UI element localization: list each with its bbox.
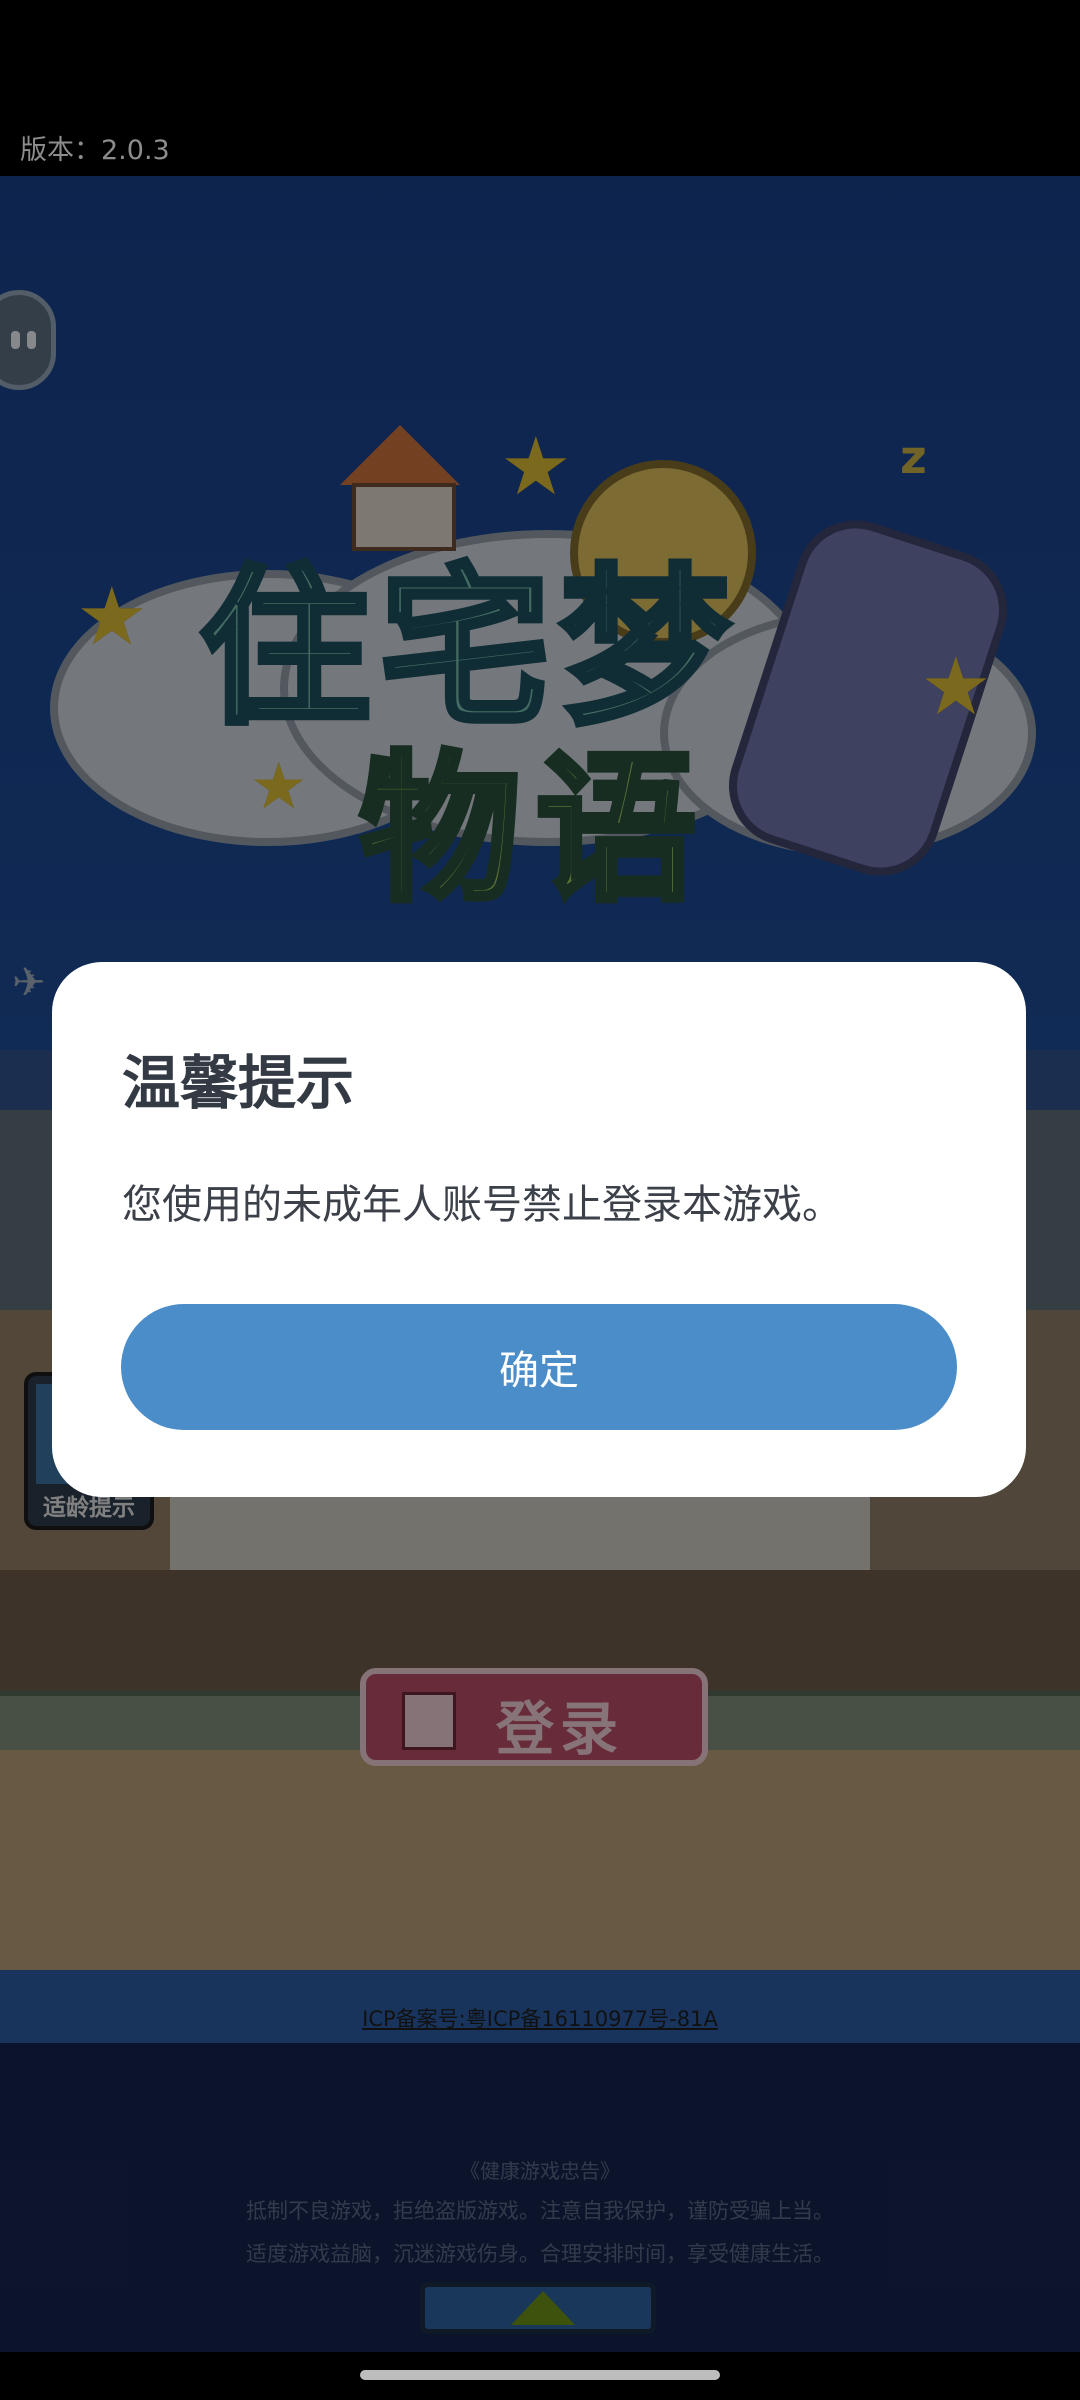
status-area: 版本：2.0.3 xyxy=(0,0,1080,176)
version-label: 版本：2.0.3 xyxy=(20,135,170,166)
dialog-message: 您使用的未成年人账号禁止登录本游戏。 xyxy=(122,1182,842,1228)
dialog-title: 温馨提示 xyxy=(122,1049,355,1117)
home-indicator-bar[interactable] xyxy=(360,2370,720,2380)
home-indicator xyxy=(0,2352,1080,2400)
confirm-button[interactable]: 确定 xyxy=(121,1304,957,1430)
notice-dialog: 温馨提示 您使用的未成年人账号禁止登录本游戏。 确定 xyxy=(52,962,1026,1497)
